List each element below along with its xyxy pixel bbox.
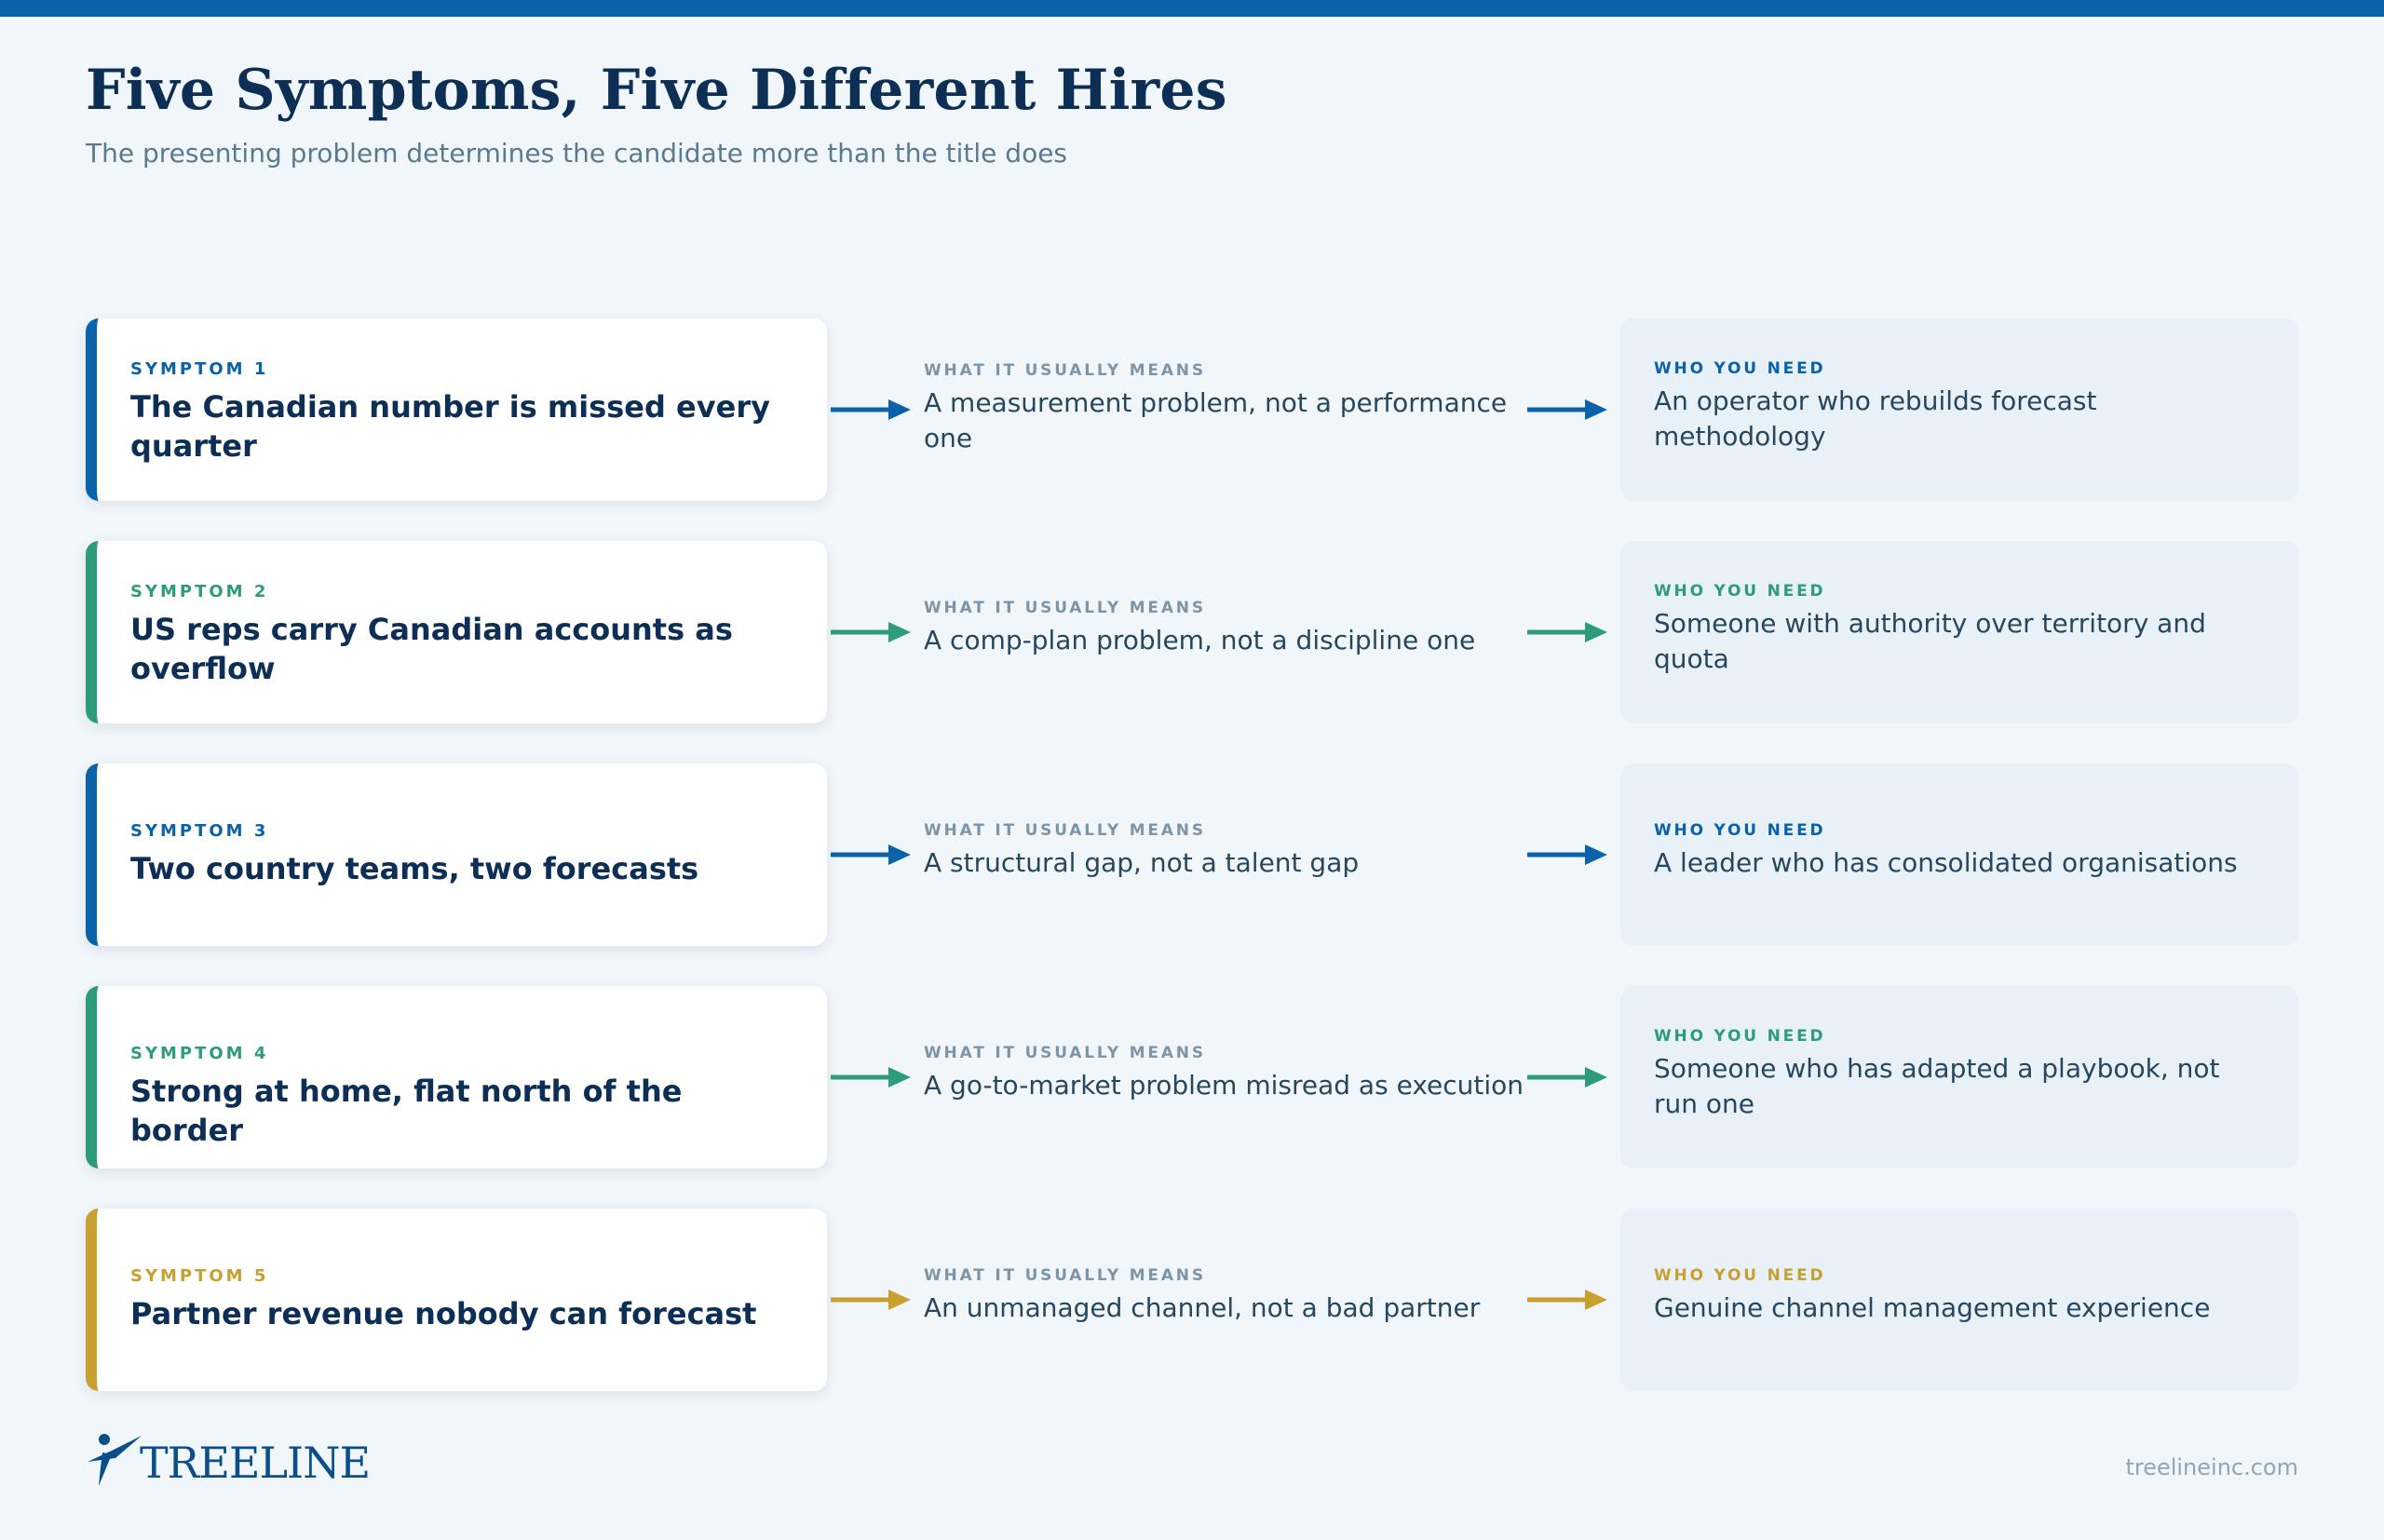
need-label: WHO YOU NEED [1654, 1027, 1826, 1046]
footer-url[interactable]: treelineinc.com [2125, 1454, 2298, 1480]
symptom-row-4: SYMPTOM 4 Strong at home, flat north of … [86, 986, 2298, 1169]
symptom-text: Strong at home, flat north of the border [130, 1074, 683, 1148]
symptom-row-3: SYMPTOM 3 Two country teams, two forecas… [86, 763, 2298, 946]
symptom-text: Partner revenue nobody can forecast [130, 1296, 757, 1331]
symptom-card: SYMPTOM 1 The Canadian number is missed … [86, 318, 827, 501]
symptom-text: US reps carry Canadian accounts as overf… [130, 612, 733, 686]
arrow-right-icon [1527, 1290, 1607, 1310]
need-text: An operator who rebuilds forecast method… [1654, 385, 2097, 452]
meaning-text: An unmanaged channel, not a bad partner [924, 1292, 1481, 1323]
meaning-block: WHAT IT USUALLY MEANS A measurement prob… [924, 361, 1538, 456]
need-label: WHO YOU NEED [1654, 359, 1826, 378]
treeline-logo: TREELINE [84, 1430, 371, 1490]
meaning-block: WHAT IT USUALLY MEANS A go-to-market pro… [924, 1044, 1538, 1103]
symptom-label: SYMPTOM 4 [130, 1044, 269, 1063]
symptom-text: Two country teams, two forecasts [130, 851, 699, 886]
meaning-block: WHAT IT USUALLY MEANS An unmanaged chann… [924, 1266, 1538, 1326]
meaning-text: A go-to-market problem misread as execut… [924, 1070, 1524, 1101]
meaning-label: WHAT IT USUALLY MEANS [924, 1266, 1206, 1285]
arrow-right-icon [1527, 399, 1607, 420]
symptom-row-5: SYMPTOM 5 Partner revenue nobody can for… [86, 1209, 2298, 1391]
arrow-right-icon [831, 1290, 911, 1310]
need-text: A leader who has consolidated organisati… [1654, 847, 2238, 878]
who-you-need-card: WHO YOU NEED Someone with authority over… [1620, 541, 2298, 723]
meaning-text: A structural gap, not a talent gap [924, 847, 1360, 878]
meaning-label: WHAT IT USUALLY MEANS [924, 599, 1206, 617]
who-you-need-card: WHO YOU NEED A leader who has consolidat… [1620, 763, 2298, 946]
symptom-text: The Canadian number is missed every quar… [130, 389, 770, 464]
meaning-label: WHAT IT USUALLY MEANS [924, 1044, 1206, 1062]
need-label: WHO YOU NEED [1654, 582, 1826, 601]
meaning-label: WHAT IT USUALLY MEANS [924, 361, 1206, 380]
arrow-right-icon [1527, 844, 1607, 865]
page-title: Five Symptoms, Five Different Hires [86, 58, 1227, 123]
symptom-label: SYMPTOM 3 [130, 821, 269, 841]
arrow-right-icon [831, 844, 911, 865]
symptom-card: SYMPTOM 3 Two country teams, two forecas… [86, 763, 827, 946]
meaning-block: WHAT IT USUALLY MEANS A structural gap, … [924, 821, 1538, 881]
who-you-need-card: WHO YOU NEED Someone who has adapted a p… [1620, 986, 2298, 1169]
meaning-text: A measurement problem, not a performance… [924, 387, 1508, 453]
need-label: WHO YOU NEED [1654, 1266, 1826, 1285]
top-accent-bar [0, 0, 2384, 17]
arrow-right-icon [1527, 622, 1607, 642]
need-text: Someone with authority over territory an… [1654, 608, 2206, 674]
symptom-label: SYMPTOM 1 [130, 359, 269, 379]
arrow-right-icon [831, 399, 911, 420]
symptom-card: SYMPTOM 2 US reps carry Canadian account… [86, 541, 827, 723]
symptom-label: SYMPTOM 5 [130, 1266, 269, 1286]
symptom-row-1: SYMPTOM 1 The Canadian number is missed … [86, 318, 2298, 501]
need-label: WHO YOU NEED [1654, 821, 1826, 840]
meaning-label: WHAT IT USUALLY MEANS [924, 821, 1206, 840]
symptom-card: SYMPTOM 5 Partner revenue nobody can for… [86, 1209, 827, 1391]
logo-wordmark: TREELINE [140, 1438, 371, 1488]
arrow-right-icon [831, 622, 911, 642]
need-text: Someone who has adapted a playbook, not … [1654, 1053, 2220, 1119]
who-you-need-card: WHO YOU NEED An operator who rebuilds fo… [1620, 318, 2298, 501]
treeline-figure-icon [88, 1434, 142, 1486]
arrow-right-icon [1527, 1067, 1607, 1087]
arrow-right-icon [831, 1067, 911, 1087]
need-text: Genuine channel management experience [1654, 1292, 2211, 1323]
meaning-text: A comp-plan problem, not a discipline on… [924, 625, 1476, 655]
symptom-row-2: SYMPTOM 2 US reps carry Canadian account… [86, 541, 2298, 723]
page-subtitle: The presenting problem determines the ca… [86, 138, 1068, 169]
meaning-block: WHAT IT USUALLY MEANS A comp-plan proble… [924, 599, 1538, 658]
symptom-label: SYMPTOM 2 [130, 582, 269, 601]
symptom-card: SYMPTOM 4 Strong at home, flat north of … [86, 986, 827, 1169]
who-you-need-card: WHO YOU NEED Genuine channel management … [1620, 1209, 2298, 1391]
